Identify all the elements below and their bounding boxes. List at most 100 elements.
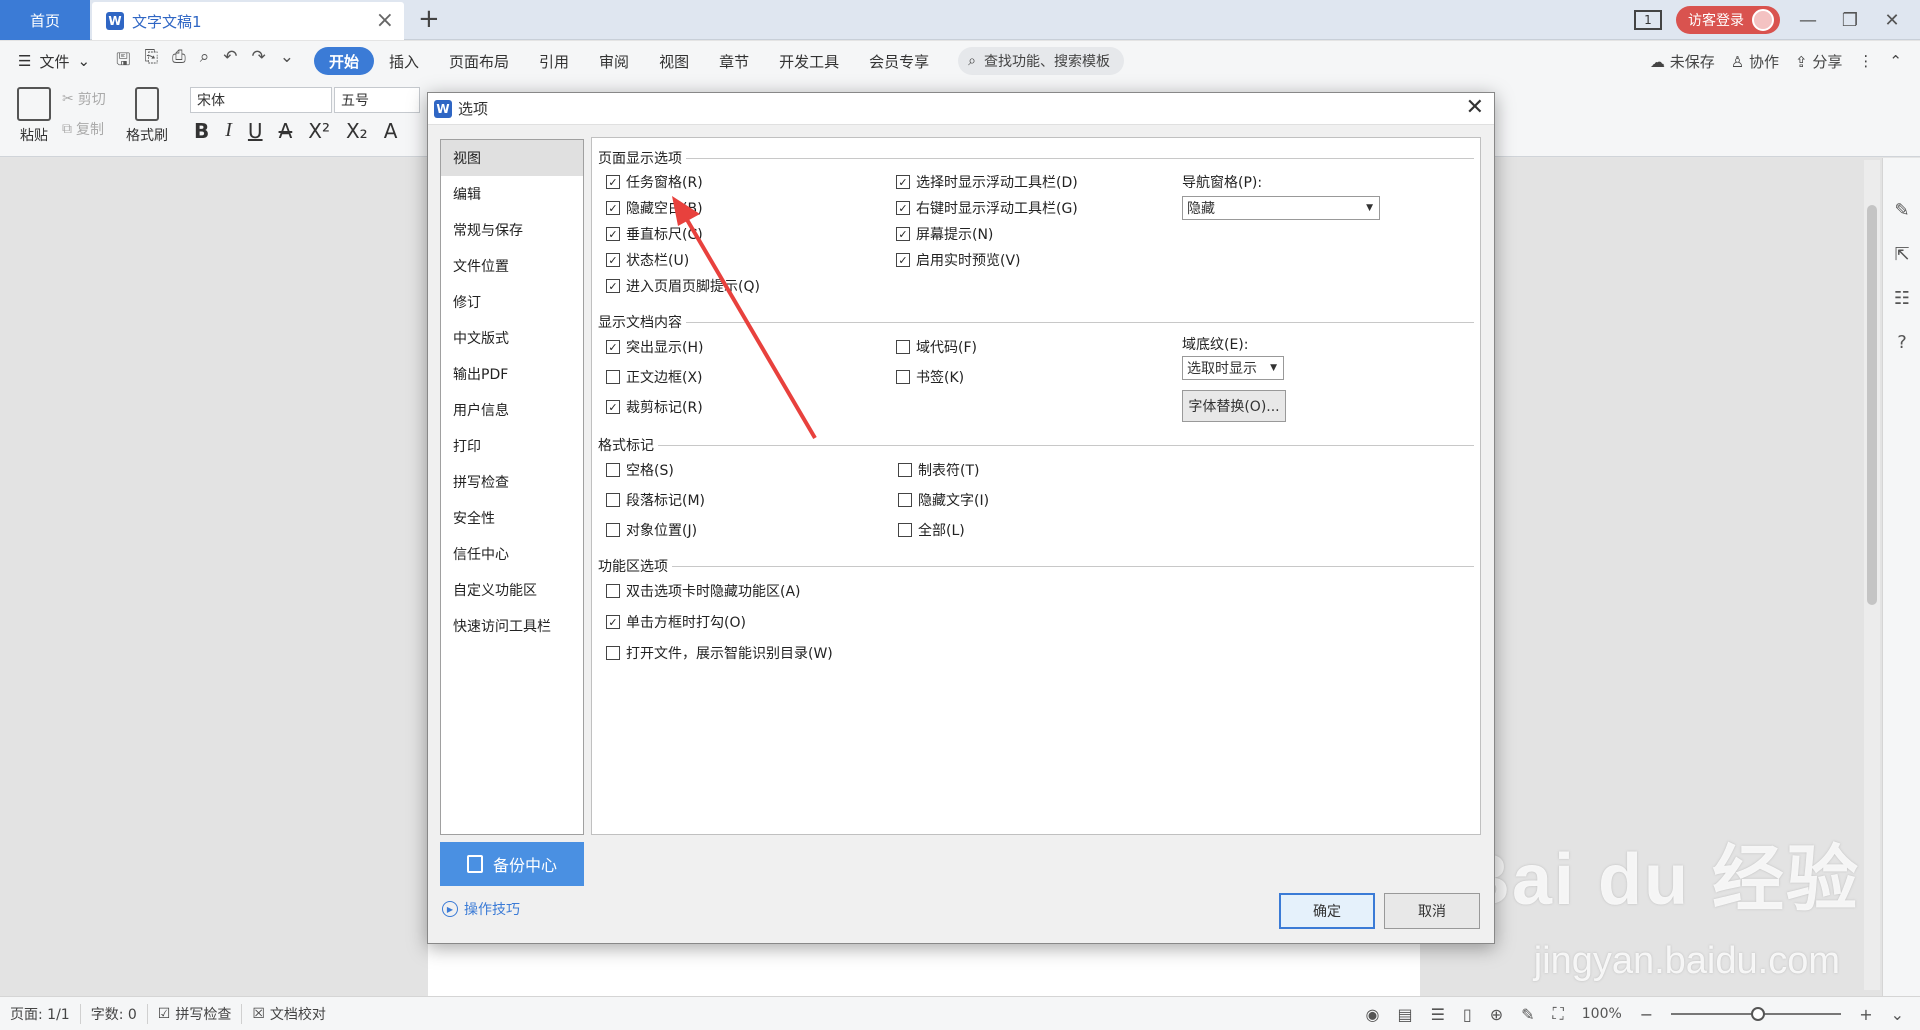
checkbox-status-bar[interactable]: ✓ 状态栏(U) [606,250,689,270]
checkbox-text-border[interactable]: 正文边框(X) [606,367,703,387]
checkbox-all-marks[interactable]: 全部(L) [898,520,965,540]
zoom-slider[interactable] [1671,1007,1842,1021]
zoom-slider-knob[interactable] [1751,1007,1766,1021]
pen-icon[interactable]: ✎ [1521,1005,1534,1024]
restore-icon[interactable]: ❐ [1836,10,1864,31]
checkbox-object-anchors[interactable]: 对象位置(J) [606,520,697,540]
scrollbar-thumb[interactable] [1867,205,1877,605]
nav-item-general-save[interactable]: 常规与保存 [441,212,583,248]
tab-developer[interactable]: 开发工具 [764,47,854,75]
checkbox-highlight[interactable]: ✓ 突出显示(H) [606,337,703,357]
tab-home[interactable]: 首页 [0,0,90,40]
zoom-level[interactable]: 100% [1582,1006,1622,1022]
collab-button[interactable]: ♙ 协作 [1731,51,1779,72]
checkbox-hidden-text[interactable]: 隐藏文字(I) [898,490,989,510]
font-family-select[interactable]: 宋体 [190,87,332,113]
nav-item-view[interactable]: 视图 [441,140,583,176]
spell-check-toggle[interactable]: ☑ 拼写检查 [148,1003,243,1024]
collapse-ribbon-icon[interactable]: ⌃ [1889,52,1902,70]
nav-pane-select[interactable]: 隐藏 ▼ [1182,196,1380,220]
italic-icon[interactable]: I [225,119,232,143]
page-indicator-icon[interactable]: 1 [1634,10,1662,30]
page-count[interactable]: 页面: 1/1 [0,1003,81,1024]
tab-document[interactable]: W 文字文稿1 × [92,2,404,40]
checkbox-vertical-ruler[interactable]: ✓ 垂直标尺(C) [606,224,703,244]
proofread-toggle[interactable]: ☒ 文档校对 [242,1004,336,1024]
web-view-icon[interactable]: ⊕ [1490,1005,1503,1024]
print-icon[interactable]: ⎙ [172,47,186,76]
unsaved-button[interactable]: ☁ 未保存 [1650,51,1715,72]
nav-item-customize-ribbon[interactable]: 自定义功能区 [441,572,583,608]
cut-button[interactable]: ✂ 剪切 [62,89,106,109]
close-tab-icon[interactable]: × [376,8,394,33]
checkbox-paragraph-marks[interactable]: 段落标记(M) [606,490,705,510]
print-preview-icon[interactable]: ⌕ [200,47,210,76]
nav-item-security[interactable]: 安全性 [441,500,583,536]
zoom-out-icon[interactable]: − [1640,1005,1653,1024]
save-icon[interactable]: 🖫 [116,47,130,76]
customize-icon[interactable]: ⌄ [280,47,294,76]
tips-link[interactable]: ▶ 操作技巧 [442,899,520,919]
font-size-select[interactable]: 五号 [334,87,420,113]
close-window-icon[interactable]: ✕ [1878,10,1906,31]
bold-icon[interactable]: B [194,119,209,143]
undo-icon[interactable]: ↶ [223,47,237,76]
new-tab-button[interactable]: + [418,4,440,34]
nav-item-output-pdf[interactable]: 输出PDF [441,356,583,392]
checkbox-smart-toc[interactable]: 打开文件，展示智能识别目录(W) [606,643,833,663]
ok-button[interactable]: 确定 [1279,893,1375,929]
checkbox-task-pane[interactable]: ✓ 任务窗格(R) [606,172,703,192]
minimize-icon[interactable]: — [1794,10,1822,31]
edit-icon[interactable]: ✎ [1883,188,1920,232]
underline-icon[interactable]: U [248,119,263,143]
tab-chapter[interactable]: 章节 [704,47,764,75]
checkbox-dblclick-hide-ribbon[interactable]: 双击选项卡时隐藏功能区(A) [606,581,801,601]
more-icon[interactable]: ⋮ [1858,52,1873,70]
superscript-icon[interactable]: X² [308,119,330,143]
zoom-in-icon[interactable]: + [1859,1005,1872,1024]
font-substitution-button[interactable]: 字体替换(O)... [1182,390,1286,422]
tab-review[interactable]: 审阅 [584,47,644,75]
text-effect-icon[interactable]: A [384,119,398,143]
search-input[interactable]: ⌕ 查找功能、搜索模板 [958,47,1124,75]
checkbox-crop-marks[interactable]: ✓ 裁剪标记(R) [606,397,703,417]
cancel-button[interactable]: 取消 [1384,893,1480,929]
checkbox-header-footer-tip[interactable]: ✓ 进入页眉页脚提示(Q) [606,276,760,296]
copy-button[interactable]: ⧉ 复制 [62,119,104,139]
select-cursor-icon[interactable]: ⇱ [1883,232,1920,276]
checkbox-field-codes[interactable]: 域代码(F) [896,337,977,357]
redo-icon[interactable]: ↷ [251,47,265,76]
page-view-icon[interactable]: ▤ [1397,1005,1412,1024]
vertical-scrollbar[interactable] [1864,160,1880,990]
eye-icon[interactable]: ◉ [1365,1005,1379,1024]
nav-item-print[interactable]: 打印 [441,428,583,464]
tab-member[interactable]: 会员专享 [854,47,944,75]
checkbox-bookmarks[interactable]: 书签(K) [896,367,964,387]
backup-center-button[interactable]: 备份中心 [440,842,584,886]
checkbox-tabs[interactable]: 制表符(T) [898,460,979,480]
tab-insert[interactable]: 插入 [374,47,434,75]
file-menu[interactable]: ☰ 文件 ⌄ [0,51,110,72]
login-button[interactable]: 访客登录 [1676,6,1780,34]
checkbox-float-toolbar-right-click[interactable]: ✓ 右键时显示浮动工具栏(G) [896,198,1078,218]
outline-view-icon[interactable]: ☰ [1431,1005,1445,1024]
subscript-icon[interactable]: X₂ [346,119,368,143]
reading-view-icon[interactable]: ▯ [1463,1005,1472,1024]
export-icon[interactable]: ⎘ [144,47,158,76]
close-dialog-icon[interactable]: ✕ [1466,95,1484,120]
nav-item-trust-center[interactable]: 信任中心 [441,536,583,572]
paste-button[interactable]: 粘贴 [12,87,56,145]
format-painter-button[interactable]: 格式刷 [126,87,168,145]
word-count[interactable]: 字数: 0 [81,1003,148,1024]
nav-item-quick-access[interactable]: 快速访问工具栏 [441,608,583,644]
expand-icon[interactable]: ⌄ [1891,1005,1904,1024]
tab-start[interactable]: 开始 [313,47,374,75]
nav-item-edit[interactable]: 编辑 [441,176,583,212]
checkbox-spaces[interactable]: 空格(S) [606,460,674,480]
settings-sliders-icon[interactable]: ☷ [1883,276,1920,320]
checkbox-float-toolbar-select[interactable]: ✓ 选择时显示浮动工具栏(D) [896,172,1078,192]
tab-view[interactable]: 视图 [644,47,704,75]
checkbox-click-box-check[interactable]: ✓ 单击方框时打勾(O) [606,612,746,632]
tab-page-layout[interactable]: 页面布局 [434,47,524,75]
checkbox-hide-blank[interactable]: ✓ 隐藏空白(B) [606,198,703,218]
